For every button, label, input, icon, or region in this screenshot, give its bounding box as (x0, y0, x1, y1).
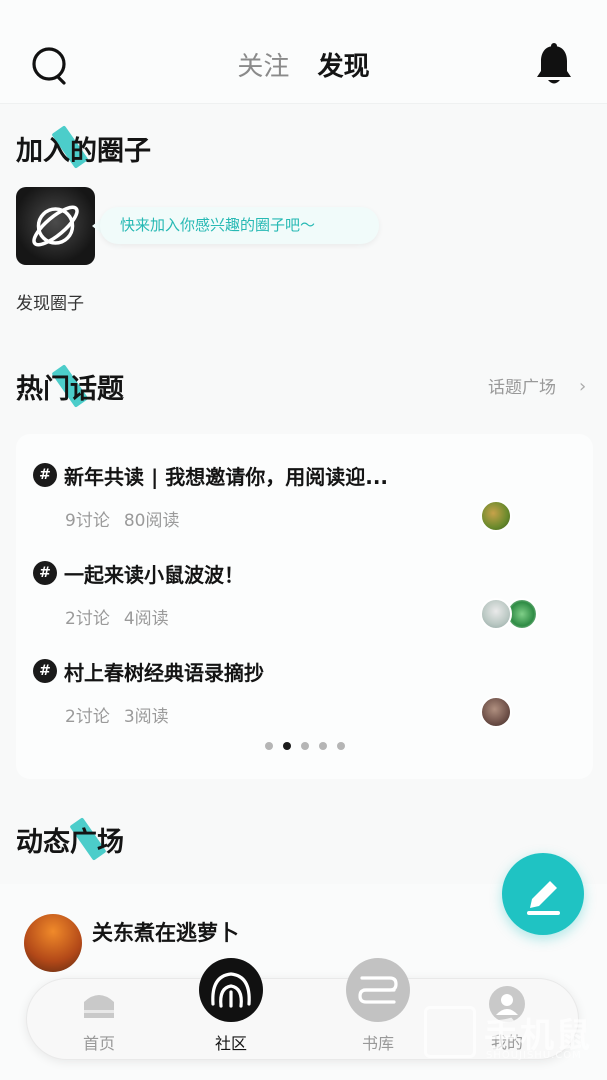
hashtag-icon: # (33, 463, 57, 487)
topic-item[interactable]: # 村上春树经典语录摘抄 2讨论 3阅读 (16, 630, 593, 728)
tab-community[interactable]: 社区 (191, 1030, 271, 1054)
tab-follow[interactable]: 关注 (237, 46, 289, 83)
join-hint-bubble: 快来加入你感兴趣的圈子吧～ (100, 207, 379, 244)
pager-dot-active[interactable] (282, 742, 291, 750)
home-icon (84, 995, 114, 1018)
planet-icon (32, 205, 79, 247)
topic-discussions: 2讨论 (65, 609, 110, 629)
tab-discover[interactable]: 发现 (317, 46, 370, 83)
topic-reads: 80阅读 (123, 511, 180, 531)
topic-stats: 2讨论 3阅读 (65, 702, 183, 727)
hot-topics-title: 热门话题 (16, 374, 124, 405)
topic-reads: 4阅读 (123, 609, 169, 629)
pager-dot[interactable] (264, 742, 273, 750)
participant-avatar (480, 598, 512, 630)
discover-circles-button[interactable] (16, 187, 95, 265)
community-icon (211, 972, 251, 1008)
bell-icon (537, 43, 571, 84)
topic-item[interactable]: # 新年共读 | 我想邀请你，用阅读迎... 9讨论 80阅读 (16, 434, 593, 532)
pen-icon (527, 881, 560, 915)
pager-dot[interactable] (318, 742, 327, 750)
post-author-name[interactable]: 关东煮在逃萝卜 (92, 917, 239, 947)
hashtag-icon: # (33, 659, 57, 683)
pager-dot[interactable] (336, 742, 345, 750)
notifications-button[interactable] (534, 42, 574, 88)
tab-library[interactable]: 书库 (338, 1030, 418, 1054)
participant-avatar (480, 696, 512, 728)
topic-pager-dots (16, 742, 593, 750)
community-icon-button[interactable] (199, 958, 263, 1022)
topic-discussions: 2讨论 (65, 707, 110, 727)
watermark-icon (424, 1006, 476, 1058)
library-icon (358, 976, 398, 1004)
header-tabs: 关注 发现 (0, 46, 607, 83)
tab-home[interactable]: 首页 (59, 988, 139, 1054)
topic-stats: 9讨论 80阅读 (65, 506, 193, 531)
topic-title: 一起来读小鼠波波！ (64, 563, 244, 587)
topic-title: 村上春树经典语录摘抄 (64, 661, 264, 685)
watermark-subtext: SHOUJISHU.COM (486, 1050, 582, 1061)
topic-stats: 2讨论 4阅读 (65, 604, 183, 629)
topic-title: 新年共读 | 我想邀请你，用阅读迎... (64, 465, 389, 489)
compose-post-button[interactable] (502, 853, 584, 935)
tab-community-label: 社区 (214, 1034, 247, 1053)
participant-avatar (480, 500, 512, 532)
chevron-right-icon[interactable]: › (579, 376, 586, 397)
tab-discover-label: 发现 (317, 52, 370, 82)
post-author-avatar[interactable] (24, 914, 82, 972)
hashtag-icon: # (33, 561, 57, 585)
library-icon-button[interactable] (346, 958, 410, 1022)
pager-dot[interactable] (300, 742, 309, 750)
watermark-logo: 手机鼠 SHOUJISHU.COM (424, 1006, 594, 1072)
topic-discussions: 9讨论 (65, 511, 110, 531)
hot-topics-card: # 新年共读 | 我想邀请你，用阅读迎... 9讨论 80阅读 # 一起来读小鼠波… (16, 434, 593, 779)
topic-plaza-link[interactable]: 话题广场 (488, 373, 556, 398)
topic-reads: 3阅读 (123, 707, 169, 727)
top-header: 关注 发现 (0, 0, 607, 104)
joined-circles-title: 加入的圈子 (16, 136, 151, 167)
topic-item[interactable]: # 一起来读小鼠波波！ 2讨论 4阅读 (16, 532, 593, 630)
discover-circles-label[interactable]: 发现圈子 (16, 289, 84, 314)
feed-title: 动态广场 (16, 827, 124, 858)
tab-library-label: 书库 (361, 1034, 394, 1053)
tab-home-label: 首页 (82, 1034, 115, 1053)
